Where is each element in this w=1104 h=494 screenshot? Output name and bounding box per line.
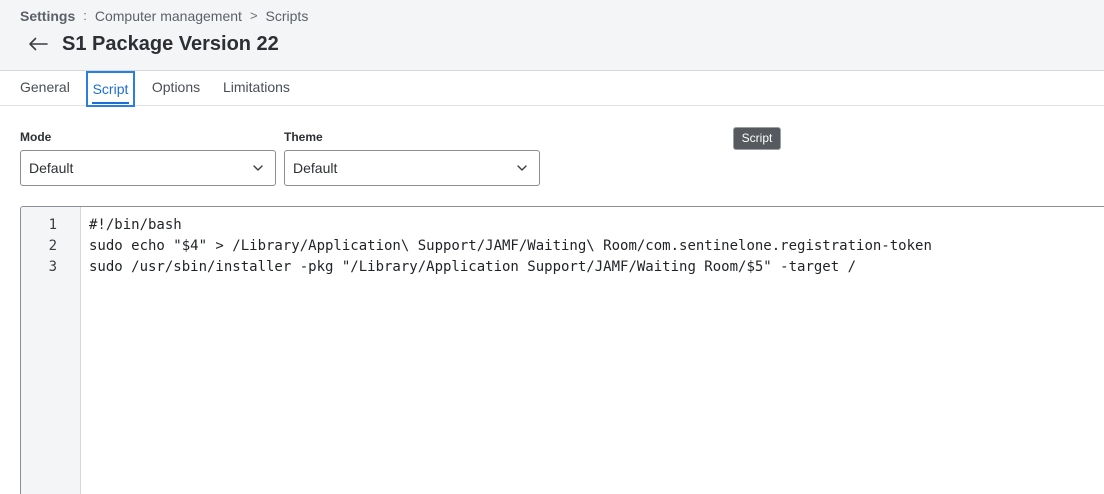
tab-bar: General Script Options Limitations: [0, 71, 1104, 107]
breadcrumb-separator: :: [83, 8, 87, 23]
tab-script[interactable]: Script: [86, 71, 135, 107]
code-line[interactable]: sudo echo "$4" > /Library/Application\ S…: [89, 236, 932, 257]
line-number: 2: [48, 238, 57, 254]
tab-options[interactable]: Options: [151, 71, 201, 106]
line-number: 1: [48, 217, 57, 233]
mode-select[interactable]: Default: [20, 150, 276, 186]
breadcrumb-scripts[interactable]: Scripts: [266, 7, 309, 25]
breadcrumb-chevron-icon: >: [249, 8, 258, 23]
breadcrumb-computer-management[interactable]: Computer management: [95, 7, 242, 25]
tab-general[interactable]: General: [20, 71, 70, 106]
breadcrumb: Settings : Computer management > Scripts: [20, 7, 308, 25]
script-editor[interactable]: 1 2 3 #!/bin/bash sudo echo "$4" > /Libr…: [20, 206, 1104, 494]
chevron-down-icon: [253, 165, 263, 171]
code-line[interactable]: sudo /usr/sbin/installer -pkg "/Library/…: [89, 257, 856, 278]
mode-select-value: Default: [29, 160, 74, 176]
theme-select[interactable]: Default: [284, 150, 540, 186]
back-arrow-icon[interactable]: [27, 32, 49, 56]
mode-label: Mode: [20, 130, 52, 144]
line-number: 3: [48, 259, 57, 275]
theme-select-value: Default: [293, 160, 338, 176]
code-line[interactable]: #!/bin/bash: [89, 215, 182, 236]
tab-limitations[interactable]: Limitations: [223, 71, 290, 106]
page-header: Settings : Computer management > Scripts…: [0, 0, 1104, 71]
chevron-down-icon: [517, 165, 527, 171]
theme-label: Theme: [284, 130, 323, 144]
line-number-gutter: 1 2 3: [21, 207, 81, 494]
page-title: S1 Package Version 22: [62, 33, 279, 55]
tooltip: Script: [734, 128, 780, 149]
breadcrumb-settings[interactable]: Settings: [20, 7, 75, 25]
